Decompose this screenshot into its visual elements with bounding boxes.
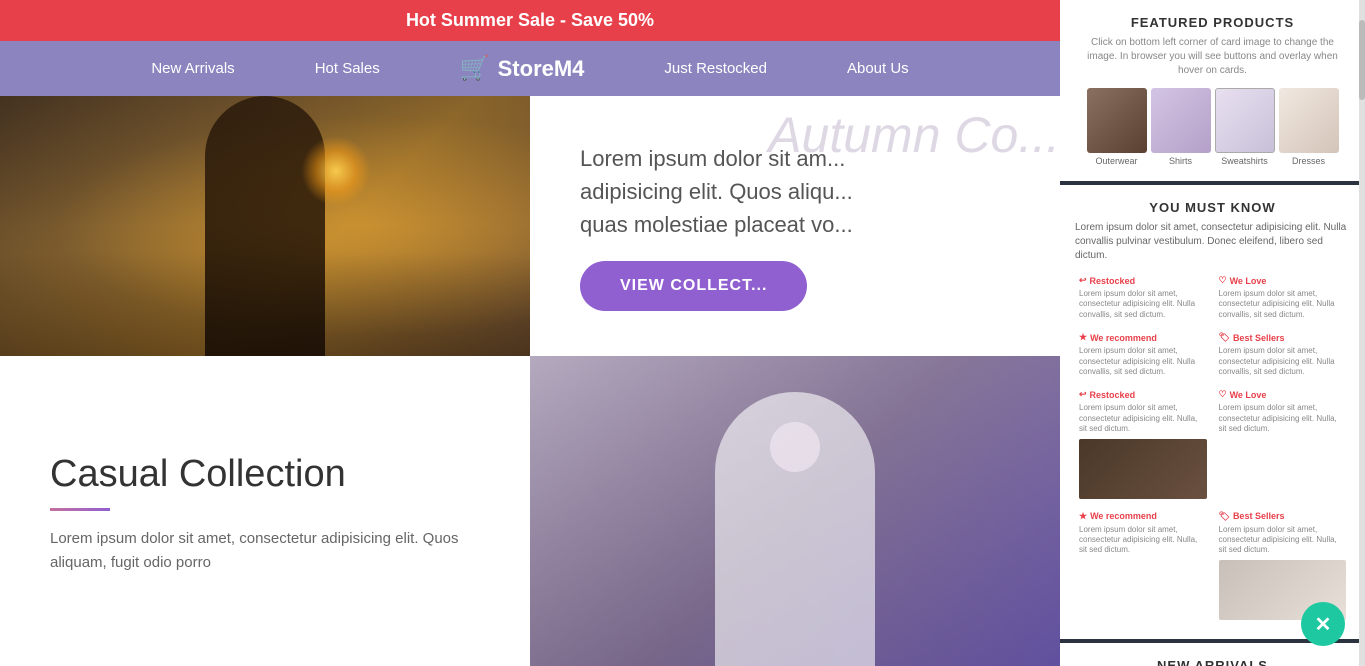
sidebar-panel[interactable]: FEATURED PRODUCTS Click on bottom left c… [1060,0,1365,666]
new-arrivals-title: NEW ARRIVALS [1075,658,1350,666]
must-know-bestsellers-text-1: Lorem ipsum dolor sit amet, consectetur … [1219,346,1347,377]
must-know-recommend-title-2: ★ We recommend [1079,511,1207,522]
nav-just-restocked[interactable]: Just Restocked [664,60,767,77]
you-must-know-section: YOU MUST KNOW Lorem ipsum dolor sit amet… [1060,185,1365,639]
must-know-item-bestsellers-1: 🏷 Best Sellers Lorem ipsum dolor sit ame… [1215,328,1351,381]
nav-new-arrivals[interactable]: New Arrivals [151,60,234,77]
nav-hot-sales[interactable]: Hot Sales [315,60,380,77]
recommend-icon-1: ★ [1079,332,1087,343]
you-must-know-title: YOU MUST KNOW [1075,200,1350,215]
dresses-label: Dresses [1279,156,1339,166]
must-know-welove-title-1: ♡ We Love [1219,275,1347,286]
hero-right-panel: Autumn Co... Lorem ipsum dolor sit am...… [530,96,1060,356]
must-know-grid: ↩ Restocked Lorem ipsum dolor sit amet, … [1075,271,1350,624]
shirts-label: Shirts [1151,156,1211,166]
product-thumb-dresses[interactable]: Dresses [1279,88,1339,166]
shirts-img [1151,88,1211,153]
must-know-restocked-title-2: ↩ Restocked [1079,389,1207,400]
cart-icon: 🛒 [460,54,490,83]
must-know-recommend-text-1: Lorem ipsum dolor sit amet, consectetur … [1079,346,1207,377]
restocked-icon-1: ↩ [1079,275,1087,286]
casual-collection-title: Casual Collection [50,453,480,496]
casual-collection-text: Lorem ipsum dolor sit amet, consectetur … [50,527,480,575]
featured-products-title: FEATURED PRODUCTS [1075,15,1350,30]
must-know-item-welove-1: ♡ We Love Lorem ipsum dolor sit amet, co… [1215,271,1351,324]
must-know-restocked-title-1: ↩ Restocked [1079,275,1207,286]
close-button[interactable]: ✕ [1301,602,1345,646]
must-know-recommend-title-1: ★ We recommend [1079,332,1207,343]
bestsellers-icon-1: 🏷 [1219,332,1230,343]
hot-sale-text: Hot Summer Sale - Save 50% [406,10,654,30]
scrollbar[interactable] [1359,0,1365,666]
product-thumb-outerwear[interactable]: Outerwear [1087,88,1147,166]
casual-collection-panel: Casual Collection Lorem ipsum dolor sit … [0,356,530,666]
hero-image-left [0,96,530,356]
main-content: Hot Summer Sale - Save 50% New Arrivals … [0,0,1060,666]
new-arrivals-section: NEW ARRIVALS Click on product image to c… [1060,643,1365,666]
hot-sale-banner[interactable]: Hot Summer Sale - Save 50% [0,0,1060,41]
must-know-restocked-text-1: Lorem ipsum dolor sit amet, consectetur … [1079,289,1207,320]
must-know-item-recommend-2: ★ We recommend Lorem ipsum dolor sit ame… [1075,507,1211,624]
nav-about-us[interactable]: About Us [847,60,909,77]
product-thumb-sweatshirts[interactable]: Sweatshirts [1215,88,1275,166]
sweatshirts-label: Sweatshirts [1215,156,1275,166]
title-divider [50,508,110,511]
outerwear-label: Outerwear [1087,156,1147,166]
must-know-item-welove-2: ♡ We Love Lorem ipsum dolor sit amet, co… [1215,385,1351,502]
must-know-item-restocked-2: ↩ Restocked Lorem ipsum dolor sit amet, … [1075,385,1211,502]
you-must-know-intro: Lorem ipsum dolor sit amet, consectetur … [1075,221,1350,263]
view-collection-button[interactable]: VIEW COLLECT... [580,261,807,311]
product-thumb-shirts[interactable]: Shirts [1151,88,1211,166]
featured-products-section: FEATURED PRODUCTS Click on bottom left c… [1060,0,1365,181]
must-know-img-dark [1079,439,1207,499]
nav-logo[interactable]: 🛒 StoreM4 [460,54,585,83]
hero-section-label: Autumn Co... [768,106,1060,164]
must-know-welove-text-1: Lorem ipsum dolor sit amet, consectetur … [1219,289,1347,320]
restocked-icon-2: ↩ [1079,389,1087,400]
logo-text: StoreM4 [498,56,585,82]
close-icon: ✕ [1315,612,1332,637]
welove-icon-2: ♡ [1219,389,1227,400]
must-know-item-recommend-1: ★ We recommend Lorem ipsum dolor sit ame… [1075,328,1211,381]
welove-icon-1: ♡ [1219,275,1227,286]
outerwear-img [1087,88,1147,153]
must-know-item-restocked-1: ↩ Restocked Lorem ipsum dolor sit amet, … [1075,271,1211,324]
must-know-bestsellers-title-2: 🏷 Best Sellers [1219,511,1347,522]
navbar: New Arrivals Hot Sales 🛒 StoreM4 Just Re… [0,41,1060,96]
must-know-bestsellers-title-1: 🏷 Best Sellers [1219,332,1347,343]
scroll-thumb [1359,20,1365,100]
must-know-welove-title-2: ♡ We Love [1219,389,1347,400]
dresses-img [1279,88,1339,153]
hero-image-right [530,356,1060,666]
recommend-icon-2: ★ [1079,511,1087,522]
featured-products-subtitle: Click on bottom left corner of card imag… [1075,36,1350,78]
product-thumbs-container: Outerwear Shirts Sweatshirts Dresses [1075,88,1350,166]
bestsellers-icon-2: 🏷 [1219,511,1230,522]
sweatshirts-img [1215,88,1275,153]
